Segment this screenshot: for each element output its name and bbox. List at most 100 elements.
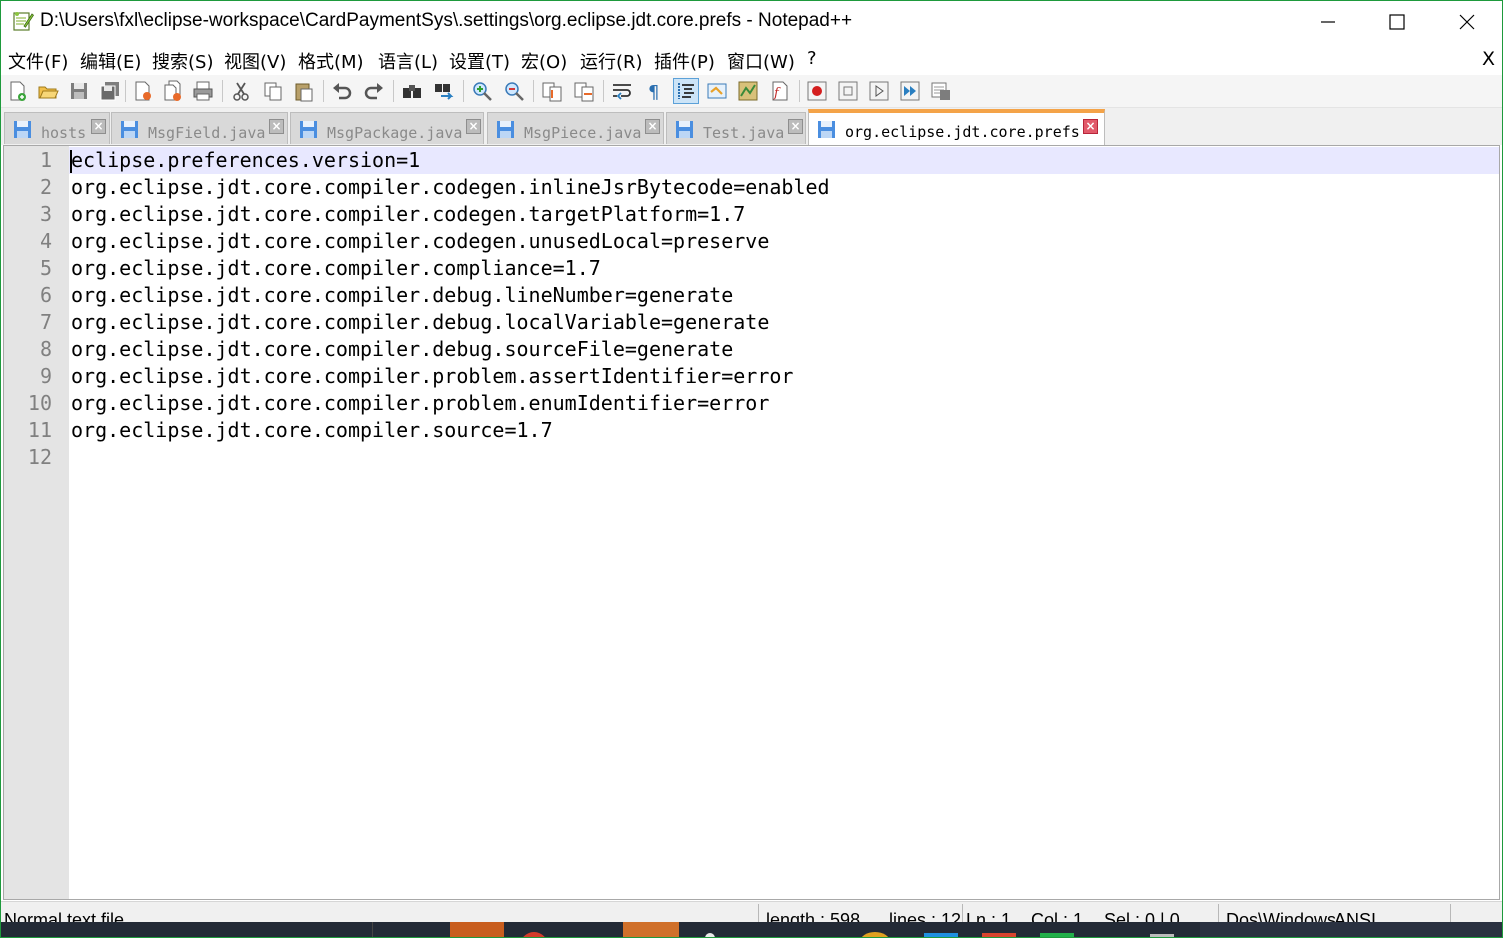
zoom-in-icon[interactable]	[469, 78, 495, 104]
tab-msgpackage-java[interactable]: MsgPackage.java ×	[290, 112, 484, 144]
code-line[interactable]: org.eclipse.jdt.core.compiler.codegen.un…	[71, 229, 769, 253]
undo-icon[interactable]	[329, 78, 355, 104]
paste-icon[interactable]	[291, 78, 317, 104]
tab-close-icon[interactable]: ×	[466, 119, 481, 134]
run-macro-multiple-icon[interactable]	[897, 78, 923, 104]
menu-help[interactable]: ?	[807, 48, 817, 69]
code-line[interactable]: org.eclipse.jdt.core.compiler.problem.as…	[71, 364, 793, 388]
new-file-icon[interactable]	[5, 78, 31, 104]
menu-file[interactable]: 文件(F)	[8, 48, 68, 74]
menu-plugins[interactable]: 插件(P)	[654, 48, 715, 74]
tab-close-icon[interactable]: ×	[269, 119, 284, 134]
code-line[interactable]: org.eclipse.jdt.core.compiler.debug.sour…	[71, 337, 733, 361]
code-line[interactable]: org.eclipse.jdt.core.compiler.codegen.ta…	[71, 202, 745, 226]
taskbar-app-icon[interactable]	[860, 932, 890, 938]
find-icon[interactable]	[399, 78, 425, 104]
maximize-button[interactable]	[1375, 4, 1419, 40]
close-window-button[interactable]	[1445, 4, 1489, 40]
line-number: 7	[39, 310, 52, 334]
indent-guide-icon[interactable]	[673, 78, 699, 104]
replace-icon[interactable]	[431, 78, 457, 104]
tab-label: hosts	[41, 124, 87, 142]
save-icon	[496, 120, 516, 139]
menu-search[interactable]: 搜索(S)	[152, 48, 213, 74]
tab-label: MsgField.java	[148, 124, 266, 142]
open-file-icon[interactable]	[35, 78, 61, 104]
text-editor[interactable]: 1 2 3 4 5 6 7 8 9 10 11 12 eclipse.prefe…	[3, 145, 1500, 900]
tab-hosts[interactable]: hosts ×	[4, 112, 110, 144]
taskbar-app-icon[interactable]	[1040, 933, 1074, 938]
line-number: 9	[39, 364, 52, 388]
code-line[interactable]: org.eclipse.jdt.core.compiler.debug.line…	[71, 283, 733, 307]
tab-test-java[interactable]: Test.java ×	[666, 112, 806, 144]
tab-label: Test.java	[703, 124, 785, 142]
save-macro-icon[interactable]	[928, 78, 954, 104]
taskbar-app-icon[interactable]	[520, 932, 548, 938]
taskbar-app-icon[interactable]	[450, 922, 504, 938]
minimize-button[interactable]	[1306, 4, 1350, 40]
menu-window[interactable]: 窗口(W)	[727, 48, 795, 74]
code-line[interactable]: org.eclipse.jdt.core.compiler.compliance…	[71, 256, 601, 280]
window-title: D:\Users\fxl\eclipse-workspace\CardPayme…	[40, 10, 853, 31]
tab-label: MsgPackage.java	[327, 124, 463, 142]
tab-org-eclipse-jdt-core-prefs[interactable]: org.eclipse.jdt.core.prefs ×	[808, 109, 1105, 145]
tab-close-icon[interactable]: ×	[91, 119, 106, 134]
tab-msgpiece-java[interactable]: MsgPiece.java ×	[487, 112, 664, 144]
tab-close-icon[interactable]: ×	[1083, 119, 1098, 134]
document-map-icon[interactable]	[735, 78, 761, 104]
tab-close-icon[interactable]: ×	[788, 119, 803, 134]
stop-recording-icon[interactable]	[835, 78, 861, 104]
save-icon	[675, 120, 695, 139]
taskbar-app-icon[interactable]	[705, 933, 715, 938]
taskbar-app-icon[interactable]	[924, 933, 958, 938]
line-number: 6	[39, 283, 52, 307]
line-number: 8	[39, 337, 52, 361]
close-file-icon[interactable]	[130, 78, 156, 104]
line-number: 4	[39, 229, 52, 253]
menu-macro[interactable]: 宏(O)	[521, 48, 567, 74]
close-all-icon[interactable]	[160, 78, 186, 104]
function-list-icon[interactable]: f	[767, 78, 793, 104]
code-line[interactable]: eclipse.preferences.version=1	[71, 148, 420, 172]
zoom-out-icon[interactable]	[501, 78, 527, 104]
code-line[interactable]: org.eclipse.jdt.core.compiler.problem.en…	[71, 391, 769, 415]
menu-format[interactable]: 格式(M)	[298, 48, 364, 74]
sync-vertical-icon[interactable]	[539, 78, 565, 104]
user-defined-language-icon[interactable]	[704, 78, 730, 104]
print-icon[interactable]	[190, 78, 216, 104]
close-document-button[interactable]: X	[1482, 48, 1495, 70]
tab-msgfield-java[interactable]: MsgField.java ×	[111, 112, 288, 144]
copy-icon[interactable]	[260, 78, 286, 104]
cut-icon[interactable]	[228, 78, 254, 104]
code-line[interactable]: org.eclipse.jdt.core.compiler.source=1.7	[71, 418, 553, 442]
save-icon	[299, 120, 319, 139]
text-caret	[70, 150, 72, 173]
tab-close-icon[interactable]: ×	[645, 119, 660, 134]
redo-icon[interactable]	[361, 78, 387, 104]
word-wrap-icon[interactable]	[609, 78, 635, 104]
taskbar-app-icon[interactable]	[1150, 934, 1174, 938]
menu-language[interactable]: 语言(L)	[378, 48, 438, 74]
taskbar-divider	[372, 922, 373, 938]
code-line[interactable]: org.eclipse.jdt.core.compiler.codegen.in…	[71, 175, 830, 199]
tab-label: MsgPiece.java	[524, 124, 642, 142]
taskbar-tray	[1200, 922, 1503, 938]
taskbar-app-icon[interactable]	[982, 933, 1016, 938]
save-icon	[817, 120, 837, 139]
menu-view[interactable]: 视图(V)	[224, 48, 286, 74]
save-all-icon[interactable]	[97, 78, 123, 104]
show-all-characters-icon[interactable]: ¶	[641, 78, 667, 104]
start-recording-icon[interactable]	[804, 78, 830, 104]
line-number: 5	[39, 256, 52, 280]
save-icon[interactable]	[66, 78, 92, 104]
taskbar-app-icon[interactable]	[623, 922, 679, 938]
sync-horizontal-icon[interactable]	[571, 78, 597, 104]
menu-run[interactable]: 运行(R)	[580, 48, 643, 74]
title-bar[interactable]: D:\Users\fxl\eclipse-workspace\CardPayme…	[0, 0, 1503, 44]
menu-settings[interactable]: 设置(T)	[449, 48, 510, 74]
line-number: 10	[27, 391, 52, 415]
menu-edit[interactable]: 编辑(E)	[80, 48, 141, 74]
playback-macro-icon[interactable]	[866, 78, 892, 104]
save-icon	[120, 120, 140, 139]
code-line[interactable]: org.eclipse.jdt.core.compiler.debug.loca…	[71, 310, 769, 334]
